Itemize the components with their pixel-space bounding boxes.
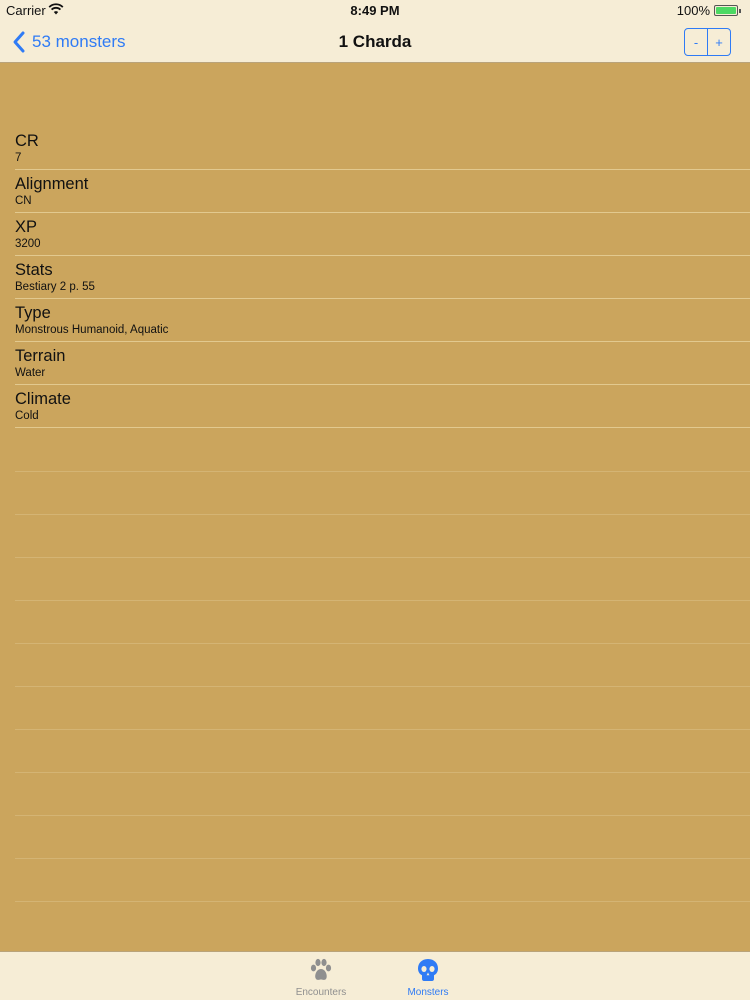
empty-row-separator bbox=[15, 815, 750, 816]
status-time: 8:49 PM bbox=[350, 3, 400, 18]
detail-row-title: XP bbox=[15, 218, 38, 236]
status-bar: Carrier 8:49 PM 100% bbox=[0, 0, 750, 20]
empty-row-separator bbox=[15, 686, 750, 687]
empty-row-separator bbox=[15, 471, 750, 472]
empty-row-separator bbox=[15, 557, 750, 558]
increment-button[interactable]: + bbox=[707, 29, 730, 55]
count-stepper[interactable]: - + bbox=[684, 28, 731, 56]
page-title: 1 Charda bbox=[338, 32, 412, 51]
detail-row-title: Type bbox=[15, 304, 51, 322]
detail-row-value: Water bbox=[15, 367, 46, 379]
tab-bar: Encounters Monsters bbox=[0, 951, 750, 1000]
detail-row-value: CN bbox=[15, 195, 32, 207]
tab-label: Encounters bbox=[295, 987, 347, 998]
detail-row-value: Monstrous Humanoid, Aquatic bbox=[15, 324, 169, 336]
empty-row-separator bbox=[15, 772, 750, 773]
empty-row-separator bbox=[15, 901, 750, 902]
detail-row-value: Cold bbox=[15, 410, 39, 422]
empty-row-separator bbox=[15, 643, 750, 644]
battery-percent: 100% bbox=[676, 3, 710, 18]
detail-row-title: Climate bbox=[15, 390, 71, 408]
detail-row-value: 7 bbox=[15, 152, 22, 164]
detail-row-title: Stats bbox=[15, 261, 53, 279]
tab-monsters[interactable]: Monsters bbox=[388, 954, 468, 999]
battery-icon bbox=[714, 5, 741, 16]
detail-row-xp: XP 3200 bbox=[15, 213, 750, 256]
screen: Carrier 8:49 PM 100% 53 monsters 1 Chard… bbox=[0, 0, 750, 1000]
detail-row-value: Bestiary 2 p. 55 bbox=[15, 281, 95, 293]
navigation-bar: 53 monsters 1 Charda - + bbox=[0, 20, 750, 63]
empty-row-separator bbox=[15, 858, 750, 859]
detail-row-value: 3200 bbox=[15, 238, 41, 250]
detail-row-alignment: Alignment CN bbox=[15, 170, 750, 213]
detail-row-type: Type Monstrous Humanoid, Aquatic bbox=[15, 299, 750, 342]
paw-icon bbox=[310, 958, 332, 980]
tab-label: Monsters bbox=[407, 987, 449, 998]
monster-detail-list: CR 7 Alignment CN XP 3200 Stats Bestiary… bbox=[0, 63, 750, 951]
empty-row-separator bbox=[15, 729, 750, 730]
skull-icon bbox=[418, 959, 438, 981]
decrement-button[interactable]: - bbox=[685, 29, 707, 55]
detail-row-cr: CR 7 bbox=[15, 127, 750, 170]
detail-row-terrain: Terrain Water bbox=[15, 342, 750, 385]
detail-row-climate: Climate Cold bbox=[15, 385, 750, 428]
detail-row-stats: Stats Bestiary 2 p. 55 bbox=[15, 256, 750, 299]
detail-row-title: CR bbox=[15, 132, 39, 150]
empty-row-separator bbox=[15, 514, 750, 515]
detail-row-title: Alignment bbox=[15, 175, 89, 193]
empty-row-separator bbox=[15, 600, 750, 601]
detail-row-title: Terrain bbox=[15, 347, 66, 365]
tab-encounters[interactable]: Encounters bbox=[281, 954, 361, 999]
